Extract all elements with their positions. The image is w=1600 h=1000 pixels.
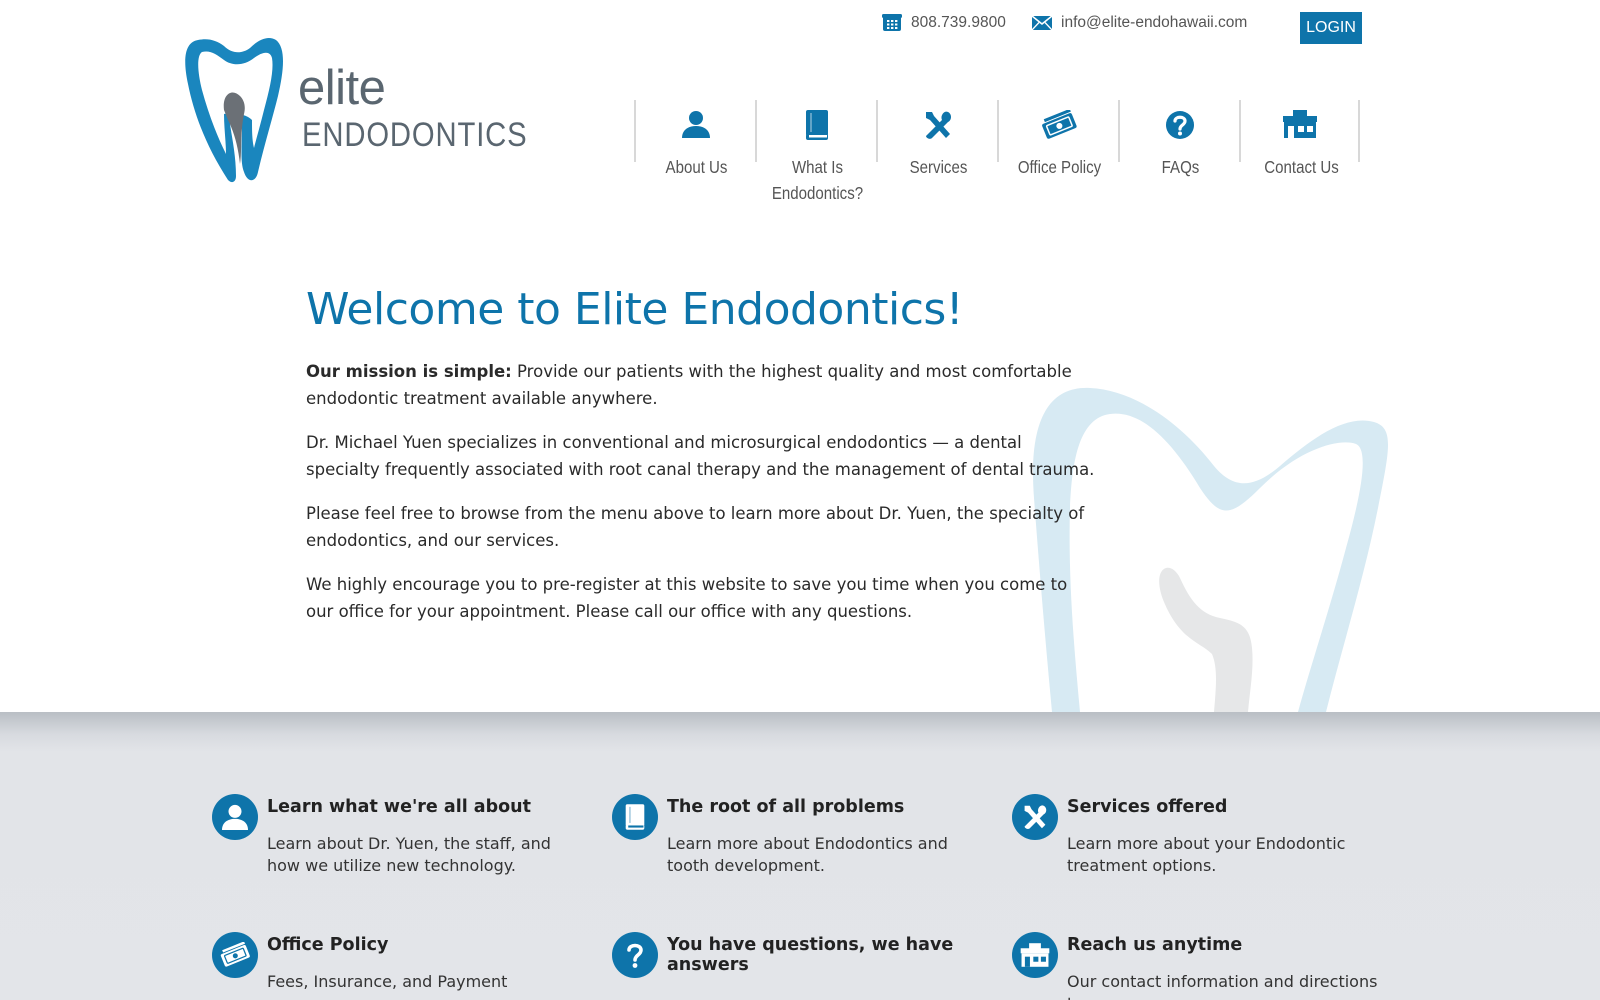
page-title: Welcome to Elite Endodontics! [306, 284, 963, 335]
welcome-section: Welcome to Elite Endodontics! Our missio… [306, 284, 1096, 643]
nav-label: What Is Endodontics? [771, 157, 864, 203]
email-contact[interactable]: info@elite-endohawaii.com [1032, 14, 1247, 32]
mission-label: Our mission is simple: [306, 362, 512, 381]
question-icon [1165, 111, 1194, 139]
feature-description: Learn about Dr. Yuen, the staff, and how… [267, 834, 551, 875]
feature-description: Our contact information and directions t… [1067, 972, 1378, 1000]
nav-item-office-policy[interactable]: Office Policy [997, 100, 1118, 177]
email-address[interactable]: info@elite-endohawaii.com [1061, 14, 1247, 32]
phone-icon [882, 14, 902, 31]
feature-title: Learn what we're all about [267, 797, 531, 817]
nav-label: Services [909, 157, 968, 177]
login-button[interactable]: LOGIN [1300, 12, 1362, 44]
nav-label: Office Policy [1017, 157, 1102, 177]
phone-number[interactable]: 808.739.9800 [911, 14, 1006, 32]
feature-title: You have questions, we have answers [667, 935, 954, 975]
tooth-logo-icon [185, 37, 283, 183]
nav-label: Contact Us [1264, 157, 1339, 177]
nav-item-what-is-endodontics[interactable]: What Is Endodontics? [755, 100, 876, 203]
main-nav: About Us What Is Endodontics? Services O… [634, 100, 1360, 203]
nav-item-contact-us[interactable]: Contact Us [1239, 100, 1360, 177]
logo-wordmark-elite: elite [298, 61, 386, 115]
feature-title: Services offered [1067, 797, 1228, 817]
feature-title: The root of all problems [667, 797, 905, 817]
person-icon [681, 111, 710, 138]
logo-wordmark-endodontics: ENDODONTICS [302, 116, 528, 154]
money-icon [1041, 110, 1077, 139]
feature-description: Learn more about Endodontics and tooth d… [667, 834, 948, 875]
phone-contact[interactable]: 808.739.9800 [882, 14, 1006, 32]
question-icon [627, 943, 643, 968]
feature-title: Reach us anytime [1067, 935, 1243, 955]
envelope-icon [1032, 16, 1052, 30]
person-icon [222, 804, 248, 830]
tools-icon [925, 111, 951, 139]
book-icon [805, 110, 828, 140]
money-icon [220, 942, 250, 967]
preregister-paragraph: We highly encourage you to pre-register … [306, 575, 1068, 621]
specialty-paragraph: Dr. Michael Yuen specializes in conventi… [306, 433, 1095, 479]
tools-icon [1024, 805, 1047, 829]
nav-label: About Us [665, 157, 728, 177]
nav-item-about-us[interactable]: About Us [634, 100, 755, 177]
browse-paragraph: Please feel free to browse from the menu… [306, 504, 1085, 550]
nav-item-services[interactable]: Services [876, 100, 997, 177]
nav-label: FAQs [1161, 157, 1200, 177]
feature-description: Learn more about your Endodontic treatme… [1067, 834, 1346, 875]
mission-paragraph: Our mission is simple: Provide our patie… [306, 359, 1096, 412]
feature-title: Office Policy [267, 935, 389, 955]
book-icon [625, 804, 645, 830]
building-icon [1282, 110, 1317, 138]
features-band: Learn what we're all about Learn about D… [0, 712, 1600, 1000]
feature-description: Fees, Insurance, and Payment [267, 972, 508, 991]
nav-item-faqs[interactable]: FAQs [1118, 100, 1239, 177]
building-icon [1020, 943, 1050, 967]
